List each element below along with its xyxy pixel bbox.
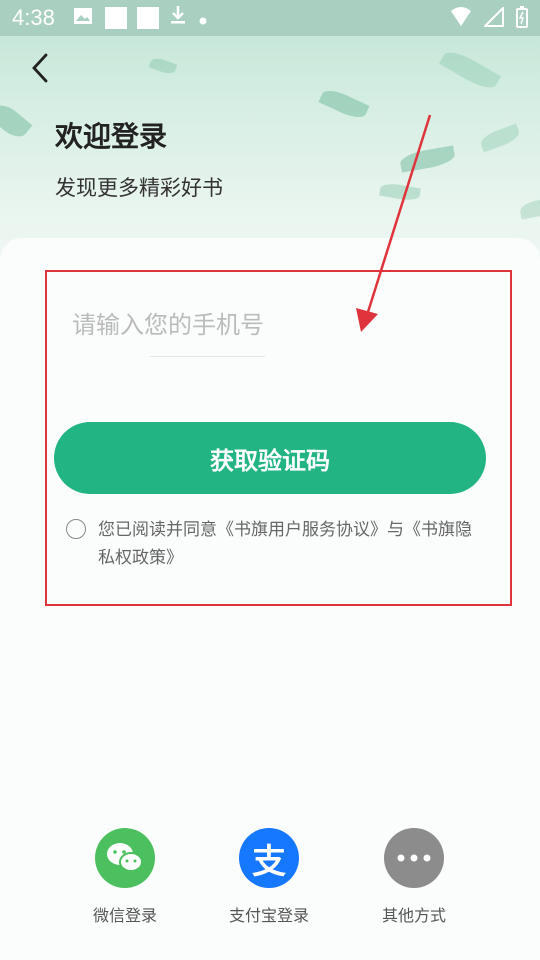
alipay-login-button[interactable]: 支 支付宝登录 (209, 828, 329, 926)
more-icon (384, 828, 444, 888)
wechat-icon (95, 828, 155, 888)
wechat-login-button[interactable]: 微信登录 (65, 828, 185, 926)
other-login-label: 其他方式 (381, 906, 446, 925)
other-login-button[interactable]: 其他方式 (354, 828, 474, 926)
wechat-login-label: 微信登录 (92, 906, 157, 925)
alipay-login-label: 支付宝登录 (228, 906, 309, 925)
annotation-arrow (356, 114, 432, 332)
alipay-icon: 支 (239, 828, 299, 888)
